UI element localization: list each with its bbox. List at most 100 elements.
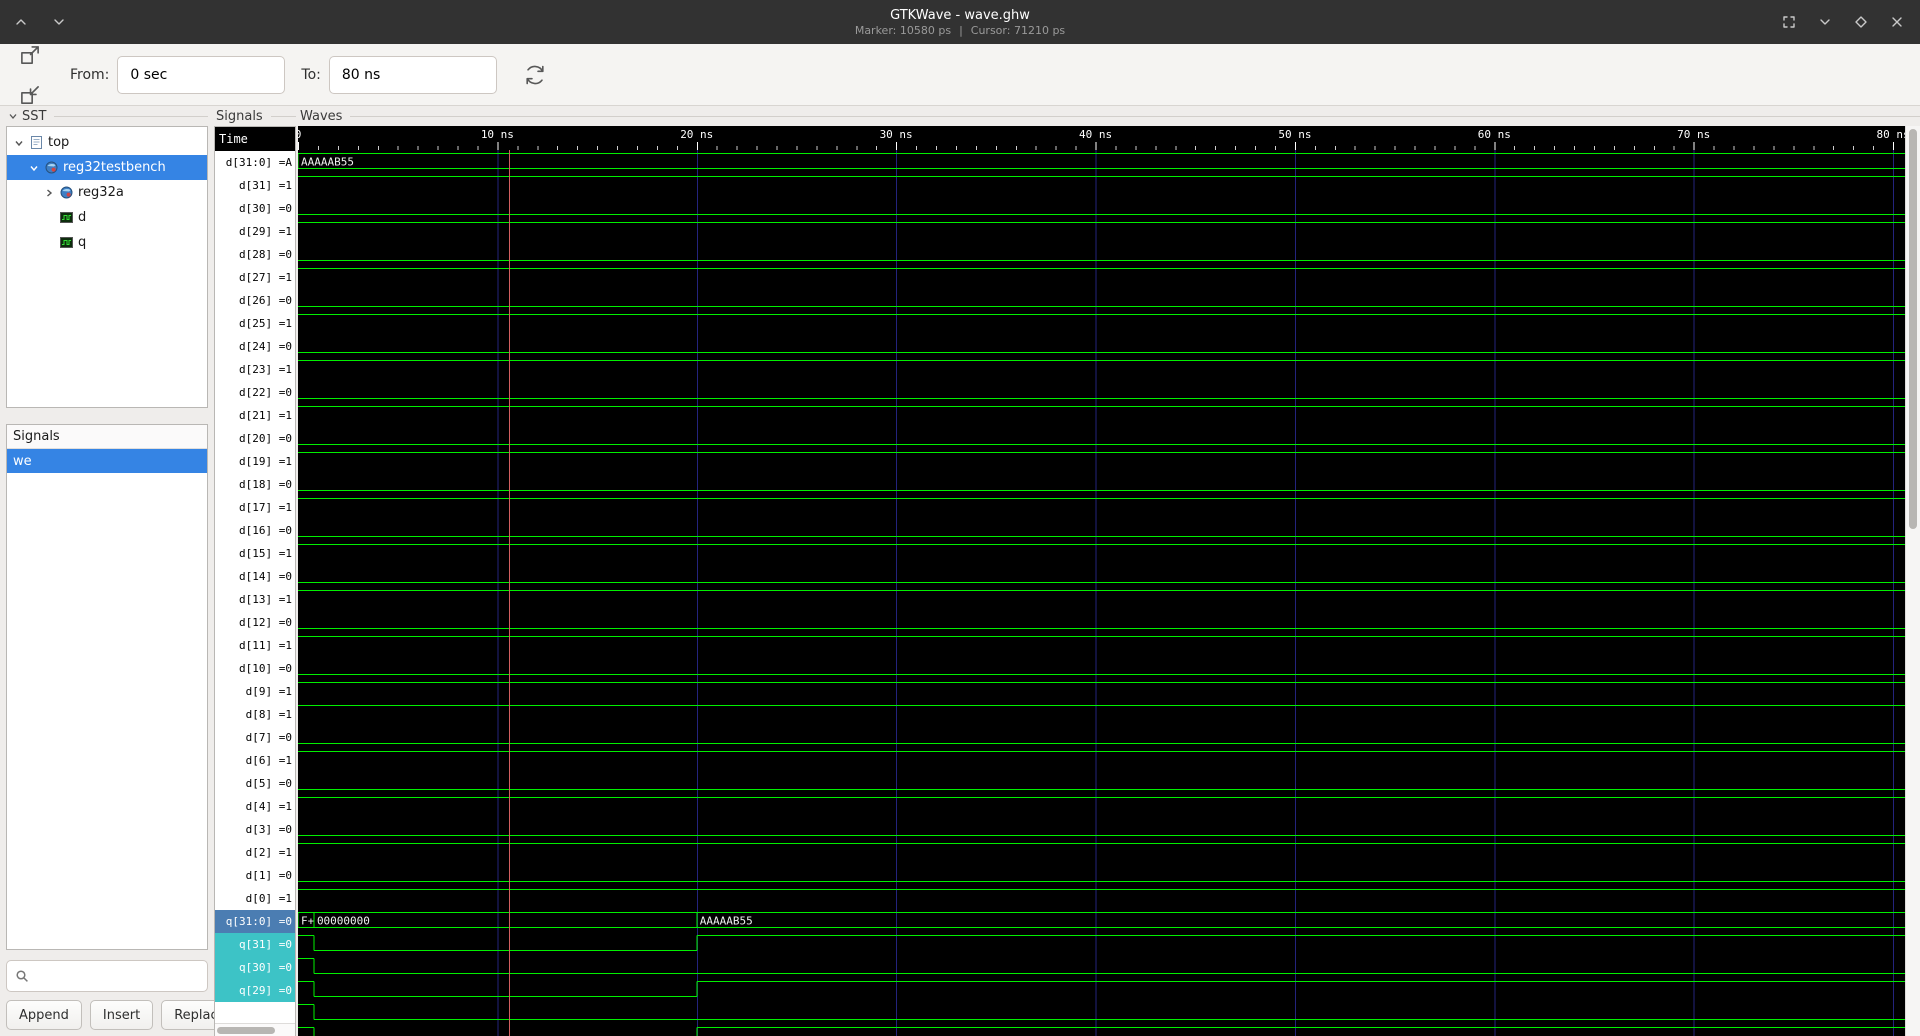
svg-text:AAAAAB55: AAAAAB55 xyxy=(700,915,753,928)
svg-text:40 ns: 40 ns xyxy=(1079,128,1112,141)
svg-text:10 ns: 10 ns xyxy=(481,128,514,141)
signal-name-row-d[21][interactable]: d[21] =1 xyxy=(215,404,295,427)
signal-name-row-d[22][interactable]: d[22] =0 xyxy=(215,381,295,404)
svg-text:AAAAAB55: AAAAAB55 xyxy=(301,156,354,169)
append-button[interactable]: Append xyxy=(6,1000,82,1030)
wave-timescale[interactable]: 0 10 ns 20 ns 30 ns 40 ns 50 ns 60 ns 70 ns 80 n… xyxy=(298,126,1905,150)
signal-name-row-d[6][interactable]: d[6] =1 xyxy=(215,749,295,772)
signal-name-row-d[16][interactable]: d[16] =0 xyxy=(215,519,295,542)
signal-name-row-d[15][interactable]: d[15] =1 xyxy=(215,542,295,565)
signal-name-row-d[3][interactable]: d[3] =0 xyxy=(215,818,295,841)
signal-name-row-d[24][interactable]: d[24] =0 xyxy=(215,335,295,358)
signal-name-row-d[19][interactable]: d[19] =1 xyxy=(215,450,295,473)
signal-name-row-d[5][interactable]: d[5] =0 xyxy=(215,772,295,795)
zoom-in-icon xyxy=(21,45,39,64)
signal-name-row-d[31:0][interactable]: d[31:0] =A xyxy=(215,151,295,174)
chevron-down-icon[interactable] xyxy=(13,138,25,148)
time-header: Time xyxy=(215,127,295,151)
svg-text:00000000: 00000000 xyxy=(317,915,370,928)
sst-signal-item-we[interactable]: we xyxy=(7,449,207,473)
sst-panel: SST top reg32testbench reg32a d q Signals we… xyxy=(0,106,239,1036)
titlebar: GTKWave - wave.ghw Marker: 10580 ps | Cu… xyxy=(0,0,1920,44)
signal-name-row-q[31][interactable]: q[31] =0 xyxy=(215,933,295,956)
window-title: GTKWave - wave.ghw xyxy=(890,7,1030,23)
wave-canvas[interactable]: AAAAAB55 F+ 00000000 AAAAAB55 xyxy=(298,150,1905,1036)
chevron-right-icon[interactable] xyxy=(43,188,55,198)
signals-label-text: Signals xyxy=(216,108,263,124)
svg-text:20 ns: 20 ns xyxy=(680,128,713,141)
signal-name-row-d[14][interactable]: d[14] =0 xyxy=(215,565,295,588)
signal-name-row-d[25][interactable]: d[25] =1 xyxy=(215,312,295,335)
wave-main: 0 10 ns 20 ns 30 ns 40 ns 50 ns 60 ns 70 ns 80 n… xyxy=(298,126,1905,1036)
tree-item-q[interactable]: q xyxy=(7,230,207,255)
signal-name-row-d[26][interactable]: d[26] =0 xyxy=(215,289,295,312)
chevron-down-icon[interactable] xyxy=(8,111,18,121)
search-input[interactable] xyxy=(35,968,199,984)
waves-scrollbar-thumb[interactable] xyxy=(1909,129,1917,530)
chevron-down-icon[interactable] xyxy=(1814,11,1836,33)
signal-name-row-d[13][interactable]: d[13] =1 xyxy=(215,588,295,611)
signal-name-row-d[31][interactable]: d[31] =1 xyxy=(215,174,295,197)
fullscreen-icon[interactable] xyxy=(1778,11,1800,33)
sst-signals-box: Signals we xyxy=(6,424,208,950)
close-icon[interactable] xyxy=(1886,11,1908,33)
toolbar: From: To: xyxy=(0,7,1920,303)
signal-name-row-q[30][interactable]: q[30] =0 xyxy=(215,956,295,979)
signal-name-row-q[31:0][interactable]: q[31:0] =0 xyxy=(215,910,295,933)
diamond-icon[interactable] xyxy=(1850,11,1872,33)
svg-text:60 ns: 60 ns xyxy=(1478,128,1511,141)
from-input[interactable] xyxy=(117,55,286,94)
signal-names-box: Time d[31:0] =A d[31] =1 d[30] =0 d[29] =1 d… xyxy=(214,126,296,1036)
tree-item-reg32a[interactable]: reg32a xyxy=(7,180,207,205)
signal-name-row-d[11][interactable]: d[11] =1 xyxy=(215,634,295,657)
signal-name-row-d[2][interactable]: d[2] =1 xyxy=(215,841,295,864)
signal-names-panel: Signals Time d[31:0] =A d[31] =1 d[30] =0 d… xyxy=(214,106,296,1036)
sst-tree: top reg32testbench reg32a d q xyxy=(6,126,208,408)
chevron-down-icon[interactable] xyxy=(28,163,40,173)
signal-name-row-d[7][interactable]: d[7] =0 xyxy=(215,726,295,749)
insert-button[interactable]: Insert xyxy=(89,1000,154,1030)
zoom-out-icon xyxy=(21,85,39,104)
signal-name-row-d[8][interactable]: d[8] =1 xyxy=(215,703,295,726)
tree-item-top[interactable]: top xyxy=(7,130,207,155)
signal-name-row-d[9][interactable]: d[9] =1 xyxy=(215,680,295,703)
signal-name-row-d[1][interactable]: d[1] =0 xyxy=(215,864,295,887)
signal-name-row-d[10][interactable]: d[10] =0 xyxy=(215,657,295,680)
marker-status: Marker: 10580 ps xyxy=(854,23,952,37)
signal-name-row-d[0][interactable]: d[0] =1 xyxy=(215,887,295,910)
signal-name-row-d[12][interactable]: d[12] =0 xyxy=(215,611,295,634)
signal-name-row-d[28][interactable]: d[28] =0 xyxy=(215,243,295,266)
signal-name-row-q[29][interactable]: q[29] =0 xyxy=(215,979,295,1002)
module-icon xyxy=(30,136,43,149)
svg-text:F+: F+ xyxy=(301,915,315,928)
tree-item-label: q xyxy=(78,235,87,250)
names-scrollbar-thumb[interactable] xyxy=(217,1027,275,1034)
signal-name-list: d[31:0] =A d[31] =1 d[30] =0 d[29] =1 d[28] … xyxy=(215,151,295,1002)
signal-name-row-d[23][interactable]: d[23] =1 xyxy=(215,358,295,381)
tree-item-label: top xyxy=(48,135,70,150)
reload-button[interactable] xyxy=(515,55,555,95)
search-icon xyxy=(16,970,28,982)
tree-item-reg32testbench[interactable]: reg32testbench xyxy=(7,155,207,180)
tree-item-d[interactable]: d xyxy=(7,205,207,230)
signal-name-row-d[27][interactable]: d[27] =1 xyxy=(215,266,295,289)
signal-name-row-d[29][interactable]: d[29] =1 xyxy=(215,220,295,243)
signal-name-row-d[20][interactable]: d[20] =0 xyxy=(215,427,295,450)
names-horizontal-scrollbar[interactable] xyxy=(215,1023,295,1036)
waves-panel: Waves 0 10 ns 20 ns 30 ns 40 ns 50 ns 60 ns 70 … xyxy=(298,106,1920,1036)
signal-name-row-d[4][interactable]: d[4] =1 xyxy=(215,795,295,818)
chevron-up-icon[interactable] xyxy=(10,11,32,33)
signal-name-row-d[18][interactable]: d[18] =0 xyxy=(215,473,295,496)
instance-icon xyxy=(45,161,58,174)
waves-frame-label: Waves xyxy=(298,106,1920,126)
from-label: From: xyxy=(70,66,110,83)
waves-vertical-scrollbar[interactable] xyxy=(1905,126,1920,1036)
to-input[interactable] xyxy=(328,55,497,94)
signal-icon xyxy=(60,236,73,249)
signal-name-row-d[30][interactable]: d[30] =0 xyxy=(215,197,295,220)
signal-name-row-d[17][interactable]: d[17] =1 xyxy=(215,496,295,519)
reload-button-wrap xyxy=(515,55,559,95)
svg-text:50 ns: 50 ns xyxy=(1278,128,1311,141)
svg-text:30 ns: 30 ns xyxy=(880,128,913,141)
chevron-down-icon[interactable] xyxy=(48,11,70,33)
